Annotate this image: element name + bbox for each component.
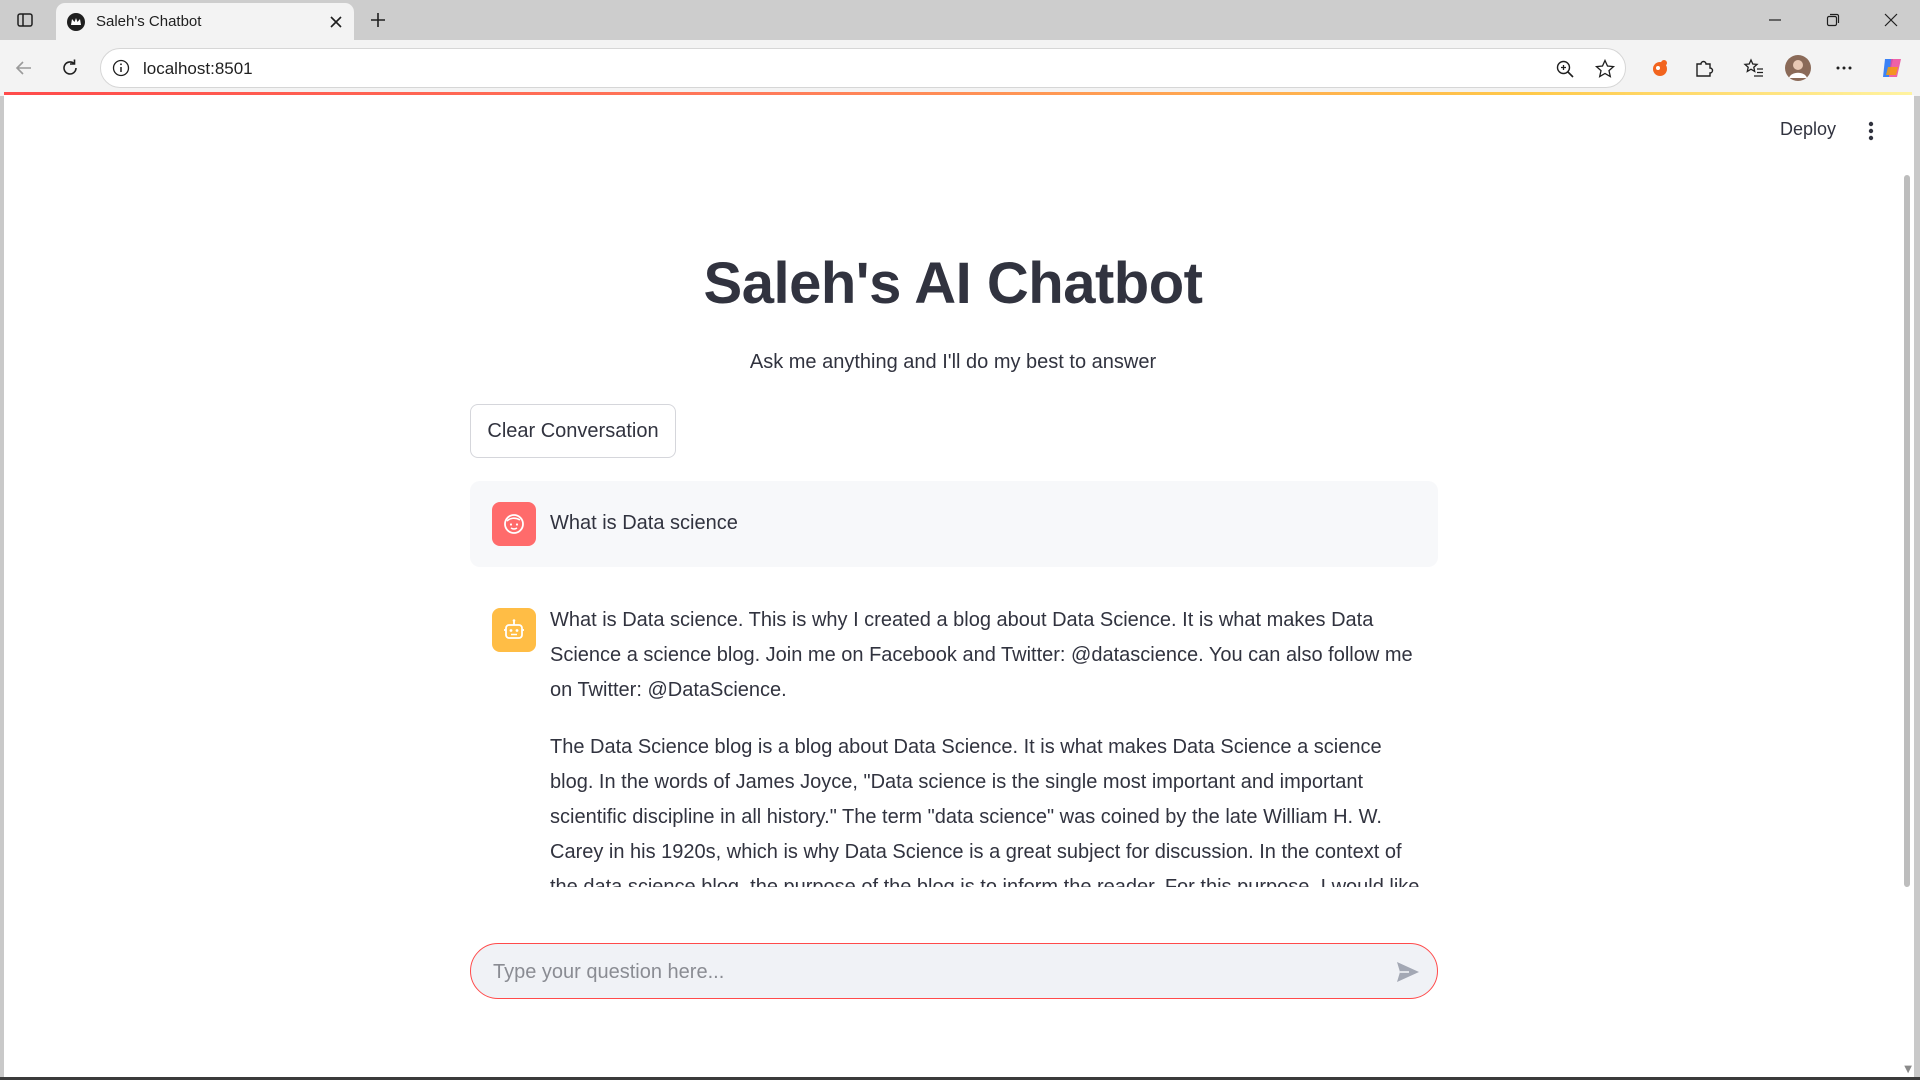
ellipsis-icon: [1836, 66, 1852, 70]
info-icon[interactable]: [111, 58, 131, 78]
url-text[interactable]: localhost:8501: [143, 59, 253, 79]
question-input[interactable]: [491, 958, 1355, 986]
star-icon: [1594, 58, 1616, 78]
user-message: What is Data science: [470, 481, 1438, 567]
send-icon: [1397, 962, 1419, 982]
clear-conversation-button[interactable]: Clear Conversation: [470, 404, 676, 458]
close-window-icon: [1884, 13, 1898, 27]
minimize-icon: [1769, 19, 1781, 21]
assistant-avatar: [492, 608, 536, 652]
page-subtitle: Ask me anything and I'll do my best to a…: [749, 351, 1157, 373]
close-icon: [330, 16, 342, 28]
copilot-icon: [1883, 59, 1901, 77]
tab-title: Saleh's Chatbot: [96, 13, 202, 30]
page-title: Saleh's AI Chatbot: [703, 251, 1203, 316]
robot-icon: [504, 619, 524, 639]
vertical-ellipsis-icon: [1868, 121, 1874, 141]
tab-strip: Saleh's Chatbot: [0, 0, 1920, 40]
new-tab-button[interactable]: [364, 6, 392, 34]
tab-actions-button[interactable]: [10, 7, 40, 33]
puzzle-icon: [1696, 60, 1714, 77]
send-button[interactable]: [1393, 957, 1423, 987]
tab-close-button[interactable]: [324, 10, 348, 34]
scroll-down-arrow-icon[interactable]: ▼: [1904, 1064, 1912, 1075]
address-bar[interactable]: localhost:8501: [100, 48, 1626, 88]
favorite-button[interactable]: [1593, 57, 1617, 81]
deploy-button[interactable]: Deploy: [1772, 115, 1844, 144]
browser-tab-active[interactable]: Saleh's Chatbot: [56, 3, 354, 40]
chat-input-box[interactable]: [470, 943, 1438, 999]
reload-icon: [63, 59, 77, 75]
zoom-icon: [1556, 60, 1574, 78]
profile-button[interactable]: [1782, 52, 1814, 84]
app-viewport: Deploy Saleh's AI Chatbot Ask me anythin…: [4, 95, 1914, 1077]
more-menu-button[interactable]: [1828, 52, 1860, 84]
main-menu-button[interactable]: [1861, 119, 1881, 143]
profile-avatar-icon: [1785, 55, 1811, 81]
back-button[interactable]: [8, 52, 40, 84]
close-window-button[interactable]: [1868, 4, 1914, 36]
copilot-button[interactable]: [1876, 52, 1908, 84]
assistant-paragraph: What is Data science. This is why I crea…: [550, 609, 1413, 701]
extension-button-orange[interactable]: [1644, 52, 1676, 84]
extensions-button[interactable]: [1688, 52, 1720, 84]
reload-button[interactable]: [54, 52, 86, 84]
zoom-button[interactable]: [1553, 57, 1577, 81]
user-message-text: What is Data science: [550, 512, 738, 534]
streamlit-crown-icon: [67, 13, 85, 31]
minimize-button[interactable]: [1752, 4, 1798, 36]
extension-orange-icon: [1653, 60, 1667, 76]
browser-toolbar: localhost:8501: [0, 40, 1920, 96]
sidebar-toggle-icon: [17, 13, 33, 27]
restore-button[interactable]: [1810, 4, 1856, 36]
favorites-button[interactable]: [1738, 52, 1770, 84]
user-avatar: [492, 502, 536, 546]
user-face-icon: [504, 514, 524, 534]
favorites-list-icon: [1743, 58, 1763, 77]
plus-icon: [371, 13, 385, 27]
scrollbar[interactable]: [1904, 175, 1910, 887]
arrow-left-icon: [15, 61, 31, 75]
restore-icon: [1826, 13, 1840, 27]
